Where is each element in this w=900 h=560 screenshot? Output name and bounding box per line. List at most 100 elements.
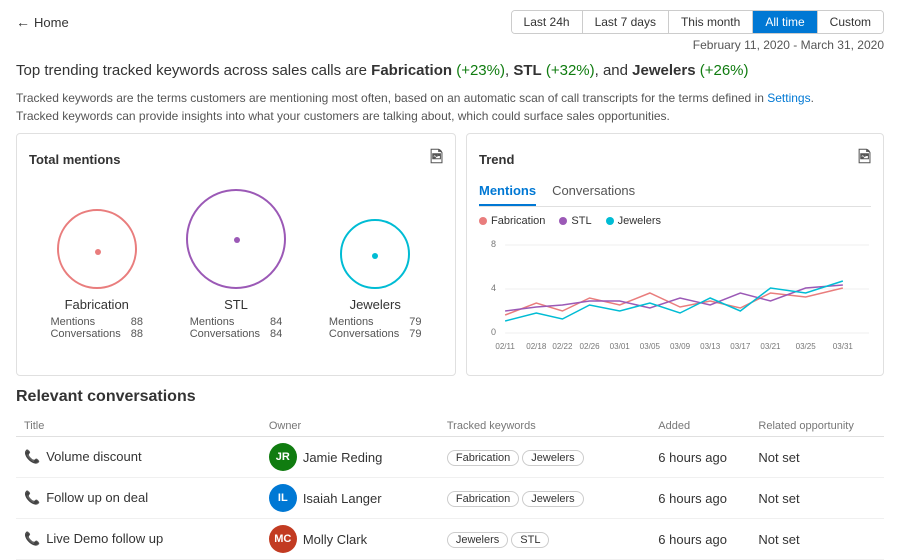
keyword1-change: (+23%) xyxy=(456,62,505,79)
keyword3-change: (+26%) xyxy=(700,62,749,79)
svg-text:0: 0 xyxy=(491,327,496,337)
owner-cell: MC Molly Clark xyxy=(261,519,439,560)
panel-trend-title: Trend 🖻 xyxy=(479,146,871,173)
table-header-row: Title Owner Tracked keywords Added Relat… xyxy=(16,416,884,437)
svg-text:02/18: 02/18 xyxy=(526,342,547,351)
keyword1-name: Fabrication xyxy=(371,62,452,79)
keywords-cell: FabricationJewelers xyxy=(439,437,650,478)
svg-text:02/26: 02/26 xyxy=(580,342,601,351)
settings-link[interactable]: Settings xyxy=(767,91,810,105)
table-row[interactable]: 📞 Follow up on deal IL Isaiah Langer Fabrica… xyxy=(16,478,884,519)
filter-alltime[interactable]: All time xyxy=(753,11,817,33)
filter-last24h[interactable]: Last 24h xyxy=(512,11,583,33)
svg-text:03/01: 03/01 xyxy=(610,342,631,351)
circles-row: Fabrication Mentions 88 Conversations 88… xyxy=(29,181,443,344)
conversations-table: Title Owner Tracked keywords Added Relat… xyxy=(16,416,884,560)
avatar: MC xyxy=(269,525,297,553)
legend-dot-stl xyxy=(559,217,567,225)
keyword-tag: Fabrication xyxy=(447,450,519,466)
circle-jewelers xyxy=(340,219,410,289)
legend-dot-fabrication xyxy=(479,217,487,225)
owner-name: Molly Clark xyxy=(303,532,367,547)
phone-icon: 📞 xyxy=(24,531,40,546)
trend-legend: Fabrication STL Jewelers xyxy=(479,215,871,227)
keyword2-name: STL xyxy=(513,62,541,79)
keywords-cell: JewelersSTL xyxy=(439,519,650,560)
col-header-opportunity: Related opportunity xyxy=(750,416,884,437)
back-button[interactable]: ← Home xyxy=(16,14,69,30)
svg-text:02/11: 02/11 xyxy=(495,342,515,351)
legend-jewelers: Jewelers xyxy=(606,215,661,227)
circle-fabrication xyxy=(57,209,137,289)
stl-stats: Mentions 84 Conversations 84 xyxy=(190,316,283,340)
tab-mentions[interactable]: Mentions xyxy=(479,181,536,206)
legend-fabrication: Fabrication xyxy=(479,215,545,227)
phone-icon: 📞 xyxy=(24,490,40,505)
conversations-section: Relevant conversations Title Owner Track… xyxy=(0,384,900,560)
main-panels: Total mentions 🖻 Fabrication Mentions 88… xyxy=(0,133,900,384)
legend-stl: STL xyxy=(559,215,591,227)
opportunity-cell: Not set xyxy=(750,519,884,560)
filter-last7days[interactable]: Last 7 days xyxy=(583,11,669,33)
dot-stl xyxy=(234,237,240,243)
col-header-owner: Owner xyxy=(261,416,439,437)
row-title: Follow up on deal xyxy=(46,490,148,505)
svg-text:03/25: 03/25 xyxy=(796,342,817,351)
table-row[interactable]: 📞 Volume discount JR Jamie Reding Fabricatio… xyxy=(16,437,884,478)
opportunity-cell: Not set xyxy=(750,478,884,519)
subtitle: Tracked keywords are the terms customers… xyxy=(0,85,900,133)
added-cell: 6 hours ago xyxy=(650,478,750,519)
avatar: IL xyxy=(269,484,297,512)
keyword-fabrication: Fabrication Mentions 88 Conversations 88 xyxy=(50,209,143,340)
svg-text:03/21: 03/21 xyxy=(760,342,781,351)
trend-copy-icon[interactable]: 🖻 xyxy=(858,146,871,173)
tab-conversations[interactable]: Conversations xyxy=(552,181,635,206)
dot-jewelers xyxy=(372,253,378,259)
filter-thismonth[interactable]: This month xyxy=(669,11,753,33)
owner-name: Jamie Reding xyxy=(303,450,383,465)
col-header-keywords: Tracked keywords xyxy=(439,416,650,437)
keyword-tag: Jewelers xyxy=(522,491,583,507)
owner-cell: JR Jamie Reding xyxy=(261,437,439,478)
keyword-stl: STL Mentions 84 Conversations 84 xyxy=(186,189,286,340)
avatar: JR xyxy=(269,443,297,471)
col-header-title: Title xyxy=(16,416,261,437)
back-label: Home xyxy=(34,15,69,30)
dot-fabrication xyxy=(95,249,101,255)
svg-text:03/09: 03/09 xyxy=(670,342,691,351)
headline: Top trending tracked keywords across sal… xyxy=(0,56,900,85)
chart-svg: 8 4 0 02/11 02/18 02/22 02/26 03/01 03/0… xyxy=(479,233,871,363)
header: ← Home Last 24h Last 7 days This month A… xyxy=(0,0,900,38)
date-range: February 11, 2020 - March 31, 2020 xyxy=(0,38,900,56)
opportunity-cell: Not set xyxy=(750,437,884,478)
table-row[interactable]: 📞Live Demo follow upMCMolly ClarkJeweler… xyxy=(16,519,884,560)
copy-icon[interactable]: 🖻 xyxy=(430,146,443,173)
fabrication-label: Fabrication xyxy=(65,297,129,312)
keyword-tag: Jewelers xyxy=(447,532,508,548)
svg-text:03/31: 03/31 xyxy=(833,342,854,351)
keywords-cell: FabricationJewelers xyxy=(439,478,650,519)
owner-name: Isaiah Langer xyxy=(303,491,382,506)
back-arrow-icon: ← xyxy=(16,14,30,30)
conversations-title: Relevant conversations xyxy=(16,388,884,406)
total-mentions-panel: Total mentions 🖻 Fabrication Mentions 88… xyxy=(16,133,456,376)
svg-text:02/22: 02/22 xyxy=(552,342,573,351)
fabrication-stats: Mentions 88 Conversations 88 xyxy=(50,316,143,340)
row-title: Volume discount xyxy=(46,449,141,464)
svg-text:03/17: 03/17 xyxy=(730,342,751,351)
added-cell: 6 hours ago xyxy=(650,437,750,478)
svg-text:8: 8 xyxy=(491,239,496,249)
keyword-tag: STL xyxy=(511,532,549,548)
svg-text:03/05: 03/05 xyxy=(640,342,661,351)
keyword3-name: Jewelers xyxy=(632,62,695,79)
trend-chart: 8 4 0 02/11 02/18 02/22 02/26 03/01 03/0… xyxy=(479,233,871,363)
legend-dot-jewelers xyxy=(606,217,614,225)
time-filter-group: Last 24h Last 7 days This month All time… xyxy=(511,10,884,34)
added-cell: 6 hours ago xyxy=(650,519,750,560)
filter-custom[interactable]: Custom xyxy=(818,11,883,33)
trend-tabs: Mentions Conversations xyxy=(479,181,871,207)
keyword-jewelers: Jewelers Mentions 79 Conversations 79 xyxy=(329,219,422,340)
owner-cell: IL Isaiah Langer xyxy=(261,478,439,519)
phone-icon: 📞 xyxy=(24,449,40,464)
svg-text:03/13: 03/13 xyxy=(700,342,721,351)
